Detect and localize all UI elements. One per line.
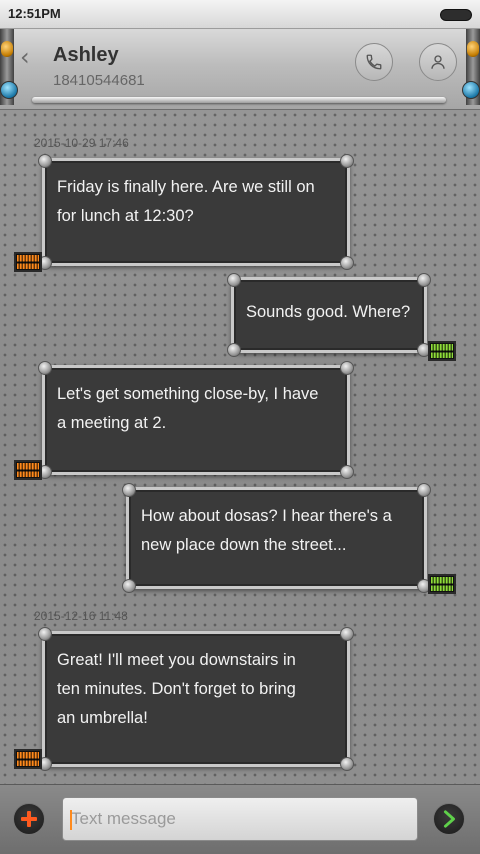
message-text-line: How about dosas? I hear there's a xyxy=(141,507,392,525)
message-text-line: ten minutes. Don't forget to bring xyxy=(57,680,296,698)
bolt-icon xyxy=(340,256,354,270)
message-text-line: a meeting at 2. xyxy=(57,414,167,432)
status-bar: 12:51PM xyxy=(0,0,480,29)
bolt-icon xyxy=(227,343,241,357)
status-time: 12:51PM xyxy=(8,6,61,21)
add-attachment-button[interactable] xyxy=(13,803,45,835)
bolt-icon xyxy=(417,579,431,593)
message-bubble-incoming[interactable]: Let's get something close-by, I have a m… xyxy=(38,361,354,479)
message-text-line: Great! I'll meet you downstairs in xyxy=(57,651,296,669)
bolt-icon xyxy=(38,256,52,270)
message-text-line: Sounds good. Where? xyxy=(246,303,411,321)
header-divider-bar xyxy=(32,97,446,103)
message-text-line: Friday is finally here. Are we still on xyxy=(57,178,315,196)
call-button[interactable] xyxy=(355,43,393,81)
received-status-icon xyxy=(16,254,40,270)
bolt-icon xyxy=(38,757,52,771)
decor-knob-icon xyxy=(1,41,13,57)
bolt-icon xyxy=(38,465,52,479)
bolt-icon xyxy=(340,154,354,168)
message-text-line: for lunch at 12:30? xyxy=(57,207,194,225)
bolt-icon xyxy=(38,627,52,641)
send-arrow-icon xyxy=(443,810,455,828)
contact-info-button[interactable] xyxy=(419,43,457,81)
plus-icon xyxy=(21,811,37,827)
conversation-header: ‹ Ashley 18410544681 xyxy=(0,29,480,110)
message-bubble-incoming[interactable]: Great! I'll meet you downstairs in ten m… xyxy=(38,627,354,771)
message-input[interactable] xyxy=(62,797,418,841)
person-icon xyxy=(431,55,445,69)
bolt-icon xyxy=(122,483,136,497)
send-button[interactable] xyxy=(433,803,465,835)
message-text-line: an umbrella! xyxy=(57,709,148,727)
message-bubble-outgoing[interactable]: How about dosas? I hear there's a new pl… xyxy=(122,483,431,593)
message-bubble-incoming[interactable]: Friday is finally here. Are we still on … xyxy=(38,154,354,270)
decor-gem-icon xyxy=(0,81,18,99)
sent-status-icon xyxy=(430,343,454,359)
message-timestamp: 2015-10-29 17:46 xyxy=(34,136,129,150)
bolt-icon xyxy=(227,273,241,287)
bolt-icon xyxy=(38,361,52,375)
message-timestamp: 2015-12-16 11:48 xyxy=(34,609,128,623)
sent-status-icon xyxy=(430,576,454,592)
bolt-icon xyxy=(417,343,431,357)
decor-knob-icon xyxy=(467,41,479,57)
received-status-icon xyxy=(16,462,40,478)
text-cursor xyxy=(70,810,72,830)
battery-icon xyxy=(440,9,472,21)
contact-number: 18410544681 xyxy=(53,72,145,89)
bolt-icon xyxy=(340,757,354,771)
received-status-icon xyxy=(16,751,40,767)
bolt-icon xyxy=(417,273,431,287)
message-text-line: Let's get something close-by, I have xyxy=(57,385,319,403)
message-bubble-outgoing[interactable]: Sounds good. Where? xyxy=(227,273,431,357)
contact-name: Ashley xyxy=(53,44,119,66)
bolt-icon xyxy=(122,579,136,593)
bolt-icon xyxy=(417,483,431,497)
back-chevron-icon[interactable]: ‹ xyxy=(20,43,40,71)
bolt-icon xyxy=(340,627,354,641)
bolt-icon xyxy=(340,465,354,479)
decor-gem-icon xyxy=(462,81,480,99)
bolt-icon xyxy=(38,154,52,168)
message-text-line: new place down the street... xyxy=(141,536,347,554)
bolt-icon xyxy=(340,361,354,375)
phone-icon xyxy=(366,54,382,70)
